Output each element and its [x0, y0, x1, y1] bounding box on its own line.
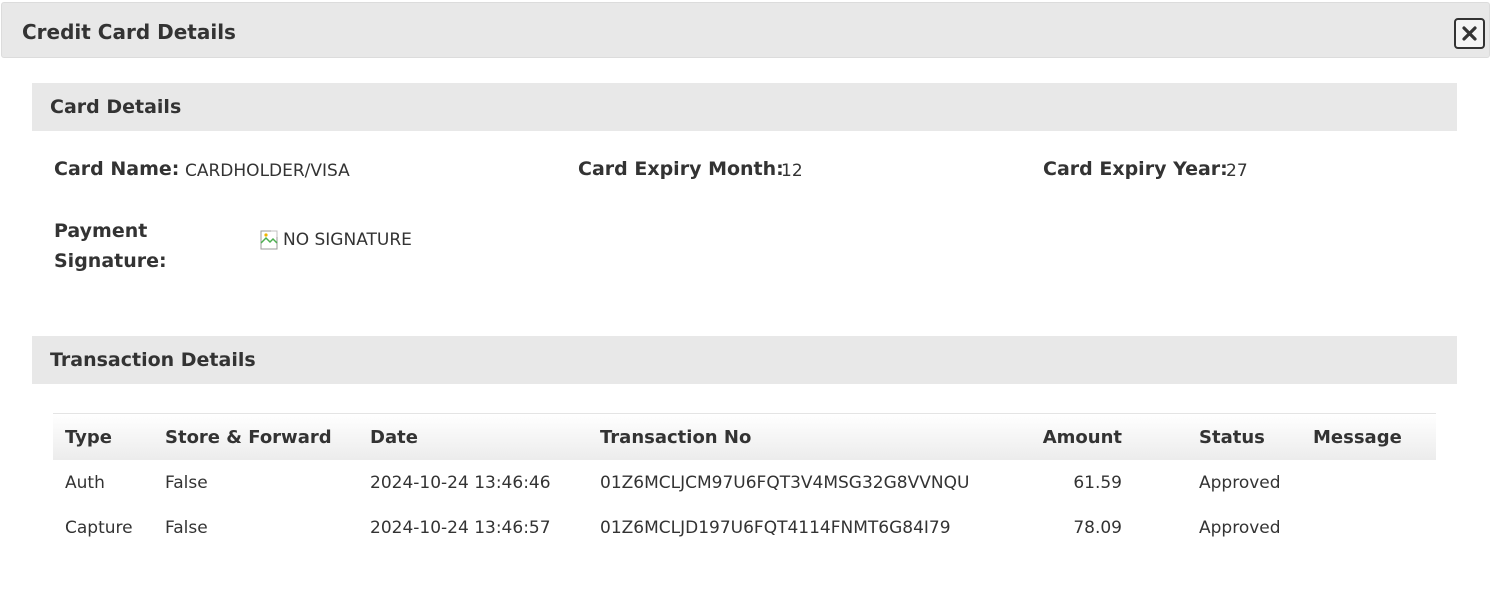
cell-message: [1301, 460, 1436, 505]
card-name-label: Card Name:: [54, 158, 180, 180]
column-header-type[interactable]: Type: [53, 414, 153, 460]
signature-alt-text: NO SIGNATURE: [283, 230, 412, 250]
payment-signature-label-line1: Payment: [54, 220, 148, 242]
card-expiry-month-label: Card Expiry Month:: [578, 158, 784, 180]
cell-transaction-no: 01Z6MCLJD197U6FQT4114FNMT6G84I79: [600, 517, 951, 538]
transaction-details-header: Transaction Details: [32, 336, 1457, 384]
column-header-store-forward[interactable]: Store & Forward: [153, 414, 358, 460]
credit-card-details-dialog: Credit Card Details Card Details Card Na…: [0, 0, 1494, 591]
cell-message: [1301, 505, 1436, 550]
cell-type: Capture: [65, 517, 133, 538]
close-icon: [1462, 26, 1477, 41]
card-name-value: CARDHOLDER/VISA: [185, 161, 350, 181]
cell-type: Auth: [65, 472, 105, 493]
cell-date: 2024-10-24 13:46:57: [370, 517, 551, 538]
card-expiry-year-label: Card Expiry Year:: [1043, 158, 1228, 180]
cell-amount: 61.59: [1073, 472, 1122, 493]
transaction-table-wrapper: Type Store & Forward Date Transaction No…: [53, 413, 1436, 550]
cell-transaction-no: 01Z6MCLJCM97U6FQT3V4MSG32G8VVNQU: [600, 472, 970, 493]
cell-status: Approved: [1199, 472, 1281, 493]
cell-status: Approved: [1199, 517, 1281, 538]
table-row: Auth False 2024-10-24 13:46:46 01Z6MCLJC…: [53, 460, 1436, 505]
card-expiry-year-value: 27: [1226, 161, 1248, 181]
card-expiry-month-value: 12: [781, 161, 803, 181]
cell-date: 2024-10-24 13:46:46: [370, 472, 551, 493]
cell-store-forward: False: [165, 517, 208, 538]
dialog-title: Credit Card Details: [22, 20, 236, 44]
column-header-transaction-no[interactable]: Transaction No: [588, 414, 988, 460]
close-button[interactable]: [1454, 18, 1485, 49]
cell-store-forward: False: [165, 472, 208, 493]
cell-amount: 78.09: [1073, 517, 1122, 538]
column-header-amount[interactable]: Amount: [988, 414, 1146, 460]
card-details-heading: Card Details: [50, 96, 182, 118]
card-details-header: Card Details: [32, 83, 1457, 131]
broken-image-icon: [259, 229, 281, 251]
table-row: Capture False 2024-10-24 13:46:57 01Z6MC…: [53, 505, 1436, 550]
column-header-status[interactable]: Status: [1146, 414, 1301, 460]
table-header-row: Type Store & Forward Date Transaction No…: [53, 414, 1436, 460]
column-header-date[interactable]: Date: [358, 414, 588, 460]
payment-signature-image: NO SIGNATURE: [259, 229, 412, 251]
transaction-table: Type Store & Forward Date Transaction No…: [53, 414, 1436, 550]
payment-signature-label-line2: Signature:: [54, 250, 167, 272]
column-header-message[interactable]: Message: [1301, 414, 1436, 460]
transaction-details-heading: Transaction Details: [50, 349, 256, 371]
dialog-titlebar: Credit Card Details: [1, 2, 1490, 58]
